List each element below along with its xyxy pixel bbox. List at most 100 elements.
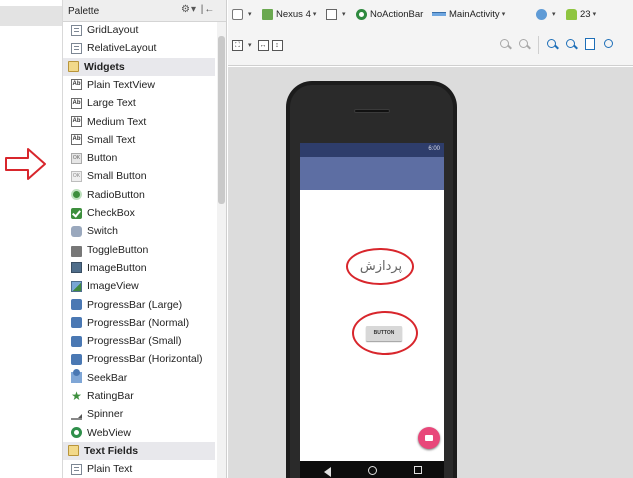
palette-item-radiobutton[interactable]: RadioButton	[63, 186, 215, 204]
theme-icon	[356, 8, 367, 20]
app-screen: پردازش BUTTON	[300, 190, 444, 461]
device-frame-dropdown[interactable]: ▾	[232, 6, 252, 22]
nav-back-icon[interactable]	[324, 467, 331, 477]
palette-item-plain-text[interactable]: Plain Text	[63, 460, 215, 478]
palette-item-label: Plain TextView	[87, 78, 155, 91]
palette-item-small-button[interactable]: OK Small Button	[63, 167, 215, 185]
palette-item-label: Switch	[87, 225, 118, 238]
floating-action-button[interactable]	[418, 427, 440, 449]
palette-item-relativelayout[interactable]: RelativeLayout	[63, 39, 215, 57]
palette-item-plain-textview[interactable]: Ab Plain TextView	[63, 76, 215, 94]
progress-bar-icon	[71, 335, 82, 347]
palette-item-switch[interactable]: Switch	[63, 222, 215, 240]
highlight-ring-button	[352, 311, 418, 355]
activity-dropdown[interactable]: MainActivity ▾	[432, 6, 505, 22]
palette-item-gridlayout[interactable]: GridLayout	[63, 21, 215, 39]
large-text-icon: Ab	[71, 97, 82, 109]
folder-icon	[68, 61, 79, 73]
medium-text-icon: Ab	[71, 116, 82, 127]
palette-item-webview[interactable]: WebView	[63, 424, 215, 442]
orientation-dropdown[interactable]: ▾	[326, 6, 346, 22]
device-label: Nexus 4	[276, 8, 311, 20]
grid-layout-icon	[71, 24, 82, 36]
palette-panel: Palette ⚙▾ |← GridLayout RelativeLayout Wi…	[62, 0, 227, 478]
spinner-icon	[71, 409, 82, 420]
palette-scroll-thumb[interactable]	[218, 36, 225, 204]
layout-editor-toolbar: ▾ Nexus 4 ▾ ▾ NoActionBar MainActivity ▾ ▾…	[228, 0, 633, 66]
palette-item-label: ImageView	[87, 280, 139, 293]
screenshot-icon[interactable]	[585, 38, 595, 50]
fit-height-icon[interactable]: ↕	[271, 39, 283, 51]
design-canvas[interactable]: 6:00 پردازش BUTTON	[228, 67, 633, 478]
webview-icon	[71, 427, 82, 439]
palette-item-checkbox[interactable]: CheckBox	[63, 204, 215, 222]
small-button-icon: OK	[71, 170, 82, 182]
palette-item-button[interactable]: OK Button	[63, 149, 215, 167]
theme-label: NoActionBar	[370, 8, 424, 20]
zoom-to-fit-icon[interactable]: ⛶	[232, 39, 243, 51]
toggle-button-icon	[71, 246, 82, 258]
palette-scrollbar[interactable]	[217, 22, 226, 478]
button-icon: OK	[71, 152, 82, 164]
activity-icon	[432, 12, 446, 16]
refresh-icon[interactable]	[603, 38, 616, 51]
star-icon: ★	[71, 388, 82, 403]
zoom-fit-icon[interactable]	[518, 38, 531, 51]
palette-header: Palette ⚙▾ |←	[63, 0, 226, 22]
nav-recents-icon[interactable]	[414, 466, 422, 474]
palette-item-label: RelativeLayout	[87, 42, 157, 55]
seekbar-icon	[71, 369, 82, 384]
palette-item-togglebutton[interactable]: ToggleButton	[63, 241, 215, 259]
palette-item-label: Small Button	[87, 170, 147, 183]
progress-bar-icon	[71, 353, 82, 365]
palette-item-label: ProgressBar (Small)	[87, 335, 182, 348]
folder-icon	[68, 445, 79, 457]
palette-item-imagebutton[interactable]: ImageButton	[63, 259, 215, 277]
palette-item-label: ImageButton	[87, 261, 147, 274]
small-text-icon: Ab	[71, 134, 82, 146]
nav-home-icon[interactable]	[368, 466, 377, 475]
highlight-ring-textview	[346, 248, 414, 285]
zoom-actual-size-icon[interactable]	[499, 38, 512, 51]
device-dropdown[interactable]: Nexus 4 ▾	[262, 6, 316, 22]
api-level-label: 23	[580, 8, 591, 20]
fit-width-icon[interactable]: ↔	[257, 39, 269, 51]
canvas-options: ⛶ ▾ ↔ ↕	[232, 38, 286, 52]
palette-item-imageview[interactable]: ImageView	[63, 277, 215, 295]
palette-item-progressbar-large[interactable]: ProgressBar (Large)	[63, 296, 215, 314]
switch-icon	[71, 225, 82, 237]
phone-frame: 6:00 پردازش BUTTON	[286, 81, 457, 478]
pointer-arrow-icon	[5, 148, 46, 180]
palette-category-widgets[interactable]: Widgets	[63, 57, 215, 76]
palette-item-label: Spinner	[87, 408, 124, 421]
locale-dropdown[interactable]: ▾	[536, 6, 556, 22]
text-field-icon	[71, 463, 82, 475]
palette-item-large-text[interactable]: Ab Large Text	[63, 94, 215, 112]
locale-globe-icon	[536, 8, 547, 20]
palette-item-label: CheckBox	[87, 207, 135, 219]
palette-item-progressbar-small[interactable]: ProgressBar (Small)	[63, 332, 215, 350]
palette-item-medium-text[interactable]: Ab Medium Text	[63, 113, 215, 131]
status-bar: 6:00	[300, 143, 444, 157]
textview-icon: Ab	[71, 79, 82, 91]
android-studio-layout-editor: Palette ⚙▾ |← GridLayout RelativeLayout Wi…	[0, 0, 633, 478]
palette-item-progressbar-horizontal[interactable]: ProgressBar (Horizontal)	[63, 350, 215, 368]
device-frame-icon	[232, 8, 243, 20]
palette-item-label: RatingBar	[87, 390, 134, 402]
api-level-dropdown[interactable]: 23 ▾	[566, 6, 596, 22]
palette-item-spinner[interactable]: Spinner	[63, 405, 215, 423]
app-bar	[300, 157, 444, 190]
palette-item-small-text[interactable]: Ab Small Text	[63, 131, 215, 149]
theme-dropdown[interactable]: NoActionBar	[356, 6, 423, 22]
palette-settings-icon[interactable]: ⚙▾ |←	[181, 4, 215, 15]
palette-item-seekbar[interactable]: SeekBar	[63, 369, 215, 387]
zoom-in-icon[interactable]	[546, 38, 559, 51]
image-button-icon	[71, 262, 82, 274]
palette-category-text-fields[interactable]: Text Fields	[63, 441, 215, 460]
zoom-out-icon[interactable]	[565, 38, 578, 51]
palette-item-ratingbar[interactable]: ★ RatingBar	[63, 387, 215, 405]
palette-item-label: SeekBar	[87, 371, 128, 384]
palette-item-progressbar-normal[interactable]: ProgressBar (Normal)	[63, 314, 215, 332]
palette-item-label: ProgressBar (Large)	[87, 298, 183, 311]
progress-bar-icon	[71, 317, 82, 329]
